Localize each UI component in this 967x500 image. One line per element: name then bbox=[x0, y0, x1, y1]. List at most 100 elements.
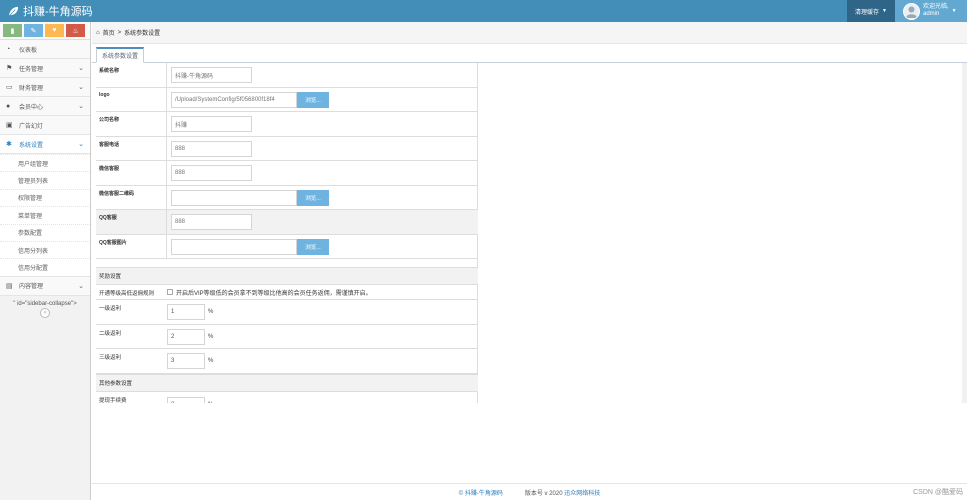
settings-form: 系统名称 抖赚-牛角源码 logo /Upload/SystemConfig/5… bbox=[96, 63, 478, 403]
chevron-down-icon: ⌄ bbox=[78, 65, 84, 72]
submenu-item[interactable]: 菜单管理 bbox=[0, 206, 90, 223]
sidebar-item-finance[interactable]: ▭ 财务管理 ⌄ bbox=[0, 78, 90, 97]
submenu-item[interactable]: 信用分列表 bbox=[0, 240, 90, 258]
reward-section-header: 奖励设置 bbox=[96, 267, 478, 285]
field-label: QQ客服图片 bbox=[96, 235, 167, 258]
system-name-input[interactable]: 抖赚-牛角源码 bbox=[171, 67, 252, 83]
avatar bbox=[903, 2, 920, 20]
brand-title: 抖赚-牛角源码 bbox=[23, 6, 93, 18]
form-row: 提现手续费 2 % bbox=[96, 392, 478, 403]
picture-icon: ▣ bbox=[6, 122, 13, 129]
qq-image-browse-button[interactable]: 浏览... bbox=[297, 238, 329, 255]
sidebar-item-dashboard[interactable]: ◔ 仪表板 bbox=[0, 40, 90, 59]
system-settings-submenu: 用户组管理 管理员列表 权限管理 菜单管理 参数配置 信用分列表 信用分配置 bbox=[0, 154, 90, 277]
field-label: 微信客服二维码 bbox=[96, 186, 167, 209]
rule-checkbox[interactable] bbox=[167, 289, 173, 295]
submenu-item[interactable]: 信用分配置 bbox=[0, 258, 90, 275]
chevron-down-icon: ⌄ bbox=[78, 84, 84, 91]
level-label: 一级返利 bbox=[99, 306, 122, 312]
level-label: 三级返利 bbox=[99, 355, 122, 361]
logo-browse-button[interactable]: 浏览... bbox=[297, 91, 329, 108]
form-row: 三级返利 3 % bbox=[96, 349, 478, 374]
submenu-item[interactable]: 管理员列表 bbox=[0, 171, 90, 188]
submenu-item[interactable]: 用户组管理 bbox=[0, 154, 90, 171]
service-phone-input[interactable]: 888 bbox=[171, 140, 252, 157]
company-name-input[interactable]: 抖赚 bbox=[171, 116, 252, 132]
home-icon: ⌂ bbox=[96, 29, 100, 36]
tab-system-settings[interactable]: 系统参数设置 bbox=[96, 47, 145, 63]
qq-service-input[interactable]: 888 bbox=[171, 214, 252, 230]
field-label: 微信客服 bbox=[96, 161, 167, 185]
user-icon: ● bbox=[6, 102, 11, 110]
level3-rebate-input[interactable]: 3 bbox=[167, 353, 205, 369]
field-label: 公司名称 bbox=[96, 112, 167, 136]
field-label: 客服电话 bbox=[96, 137, 167, 160]
percent-unit: % bbox=[208, 358, 214, 364]
shortcut-signal-button[interactable]: ▮ bbox=[3, 24, 22, 37]
percent-unit: % bbox=[208, 333, 214, 340]
chevron-down-icon: ⌄ bbox=[78, 103, 84, 110]
sidebar-item-members[interactable]: ● 会员中心 ⌄ bbox=[0, 97, 90, 116]
level1-rebate-input[interactable]: 1 bbox=[167, 304, 205, 320]
chevron-down-icon: ⌄ bbox=[78, 141, 84, 148]
form-row: QQ客服图片 浏览... bbox=[96, 235, 478, 259]
field-label: logo bbox=[96, 88, 167, 111]
sidebar-item-label: 任务管理 bbox=[19, 66, 44, 73]
user-avatar-icon bbox=[906, 6, 917, 18]
qq-image-input[interactable] bbox=[171, 238, 297, 255]
other-section-header: 其他参数设置 bbox=[96, 374, 478, 392]
double-angle-left-icon: « bbox=[43, 309, 47, 316]
sidebar-item-content[interactable]: ▤ 内容管理 ⌄ bbox=[0, 276, 90, 296]
sidebar-item-label: 广告幻灯 bbox=[19, 123, 44, 130]
group-icon: ♥ bbox=[52, 27, 57, 34]
sidebar-item-system-settings[interactable]: ✱ 系统设置 ⌄ bbox=[0, 135, 90, 154]
caret-down-icon: ▼ bbox=[951, 8, 957, 14]
top-navbar: 抖赚-牛角源码 清理缓存 ▼ 欢迎光临, admin ▼ bbox=[0, 0, 967, 22]
breadcrumb-home-link[interactable]: 首页 bbox=[103, 28, 115, 37]
user-greeting: 欢迎光临, bbox=[923, 4, 949, 10]
form-row: 系统名称 抖赚-牛角源码 bbox=[96, 63, 478, 88]
main-content: ⌂ 首页 > 系统参数设置 系统参数设置 系统名称 抖赚-牛角源码 logo /… bbox=[92, 22, 967, 500]
rule-label: 开通等级高低返佣规则 bbox=[99, 291, 155, 297]
signal-icon: ▮ bbox=[10, 27, 15, 35]
gear-icon: ✱ bbox=[6, 141, 12, 148]
footer-company-link[interactable]: 迅众网络科技 bbox=[564, 491, 600, 497]
tab-bar: 系统参数设置 bbox=[92, 44, 967, 63]
breadcrumb-current: 系统参数设置 bbox=[124, 31, 161, 37]
percent-unit: % bbox=[208, 402, 213, 404]
wechat-qr-input[interactable] bbox=[171, 189, 297, 206]
book-icon: ▤ bbox=[6, 282, 13, 290]
sidebar-item-tasks[interactable]: ⚑ 任务管理 ⌄ bbox=[0, 59, 90, 78]
stray-markup-text: " id="sidebar-collapse"> bbox=[13, 300, 77, 307]
form-row: 开通等级高低返佣规则 开启后VIP等级低的会员拿不到等级比他高的会员任务返佣，需… bbox=[96, 285, 478, 300]
brand[interactable]: 抖赚-牛角源码 bbox=[0, 0, 93, 22]
shortcut-cogs-button[interactable]: ♨ bbox=[66, 24, 85, 37]
user-menu[interactable]: 欢迎光临, admin ▼ bbox=[895, 0, 967, 22]
user-name: admin bbox=[923, 11, 940, 17]
pencil-icon: ✎ bbox=[30, 27, 37, 35]
chevron-down-icon: ⌄ bbox=[78, 282, 84, 290]
form-row: logo /Upload/SystemConfig/5f056800f18f4 … bbox=[96, 88, 478, 112]
footer-version: 版本号 v 2020 bbox=[524, 490, 563, 497]
level2-rebate-input[interactable]: 2 bbox=[167, 328, 205, 345]
vertical-scrollbar[interactable] bbox=[962, 63, 967, 403]
sidebar-collapse-button[interactable]: « bbox=[40, 307, 50, 318]
clear-cache-button[interactable]: 清理缓存 ▼ bbox=[847, 0, 895, 22]
wechat-qr-browse-button[interactable]: 浏览... bbox=[297, 189, 329, 206]
shortcut-pencil-button[interactable]: ✎ bbox=[24, 24, 43, 37]
caret-down-icon: ▼ bbox=[882, 8, 887, 14]
submenu-item[interactable]: 权限管理 bbox=[0, 188, 90, 206]
submenu-item[interactable]: 参数配置 bbox=[0, 223, 90, 241]
form-row: 公司名称 抖赚 bbox=[96, 112, 478, 137]
watermark: CSDN @酷爱码 bbox=[913, 489, 963, 496]
wallet-icon: ▭ bbox=[6, 84, 13, 91]
footer-brand-link[interactable]: 抖赚-牛角源码 bbox=[465, 491, 503, 497]
dashboard-icon: ◔ bbox=[6, 45, 11, 53]
withdraw-fee-input[interactable]: 2 bbox=[167, 396, 205, 403]
logo-path-input[interactable]: /Upload/SystemConfig/5f056800f18f4 bbox=[171, 91, 297, 108]
wechat-service-input[interactable]: 888 bbox=[171, 165, 252, 181]
form-row: 微信客服二维码 浏览... bbox=[96, 186, 478, 210]
breadcrumb: ⌂ 首页 > 系统参数设置 bbox=[92, 22, 967, 44]
sidebar-item-ads[interactable]: ▣ 广告幻灯 bbox=[0, 116, 90, 135]
shortcut-group-button[interactable]: ♥ bbox=[45, 24, 64, 37]
